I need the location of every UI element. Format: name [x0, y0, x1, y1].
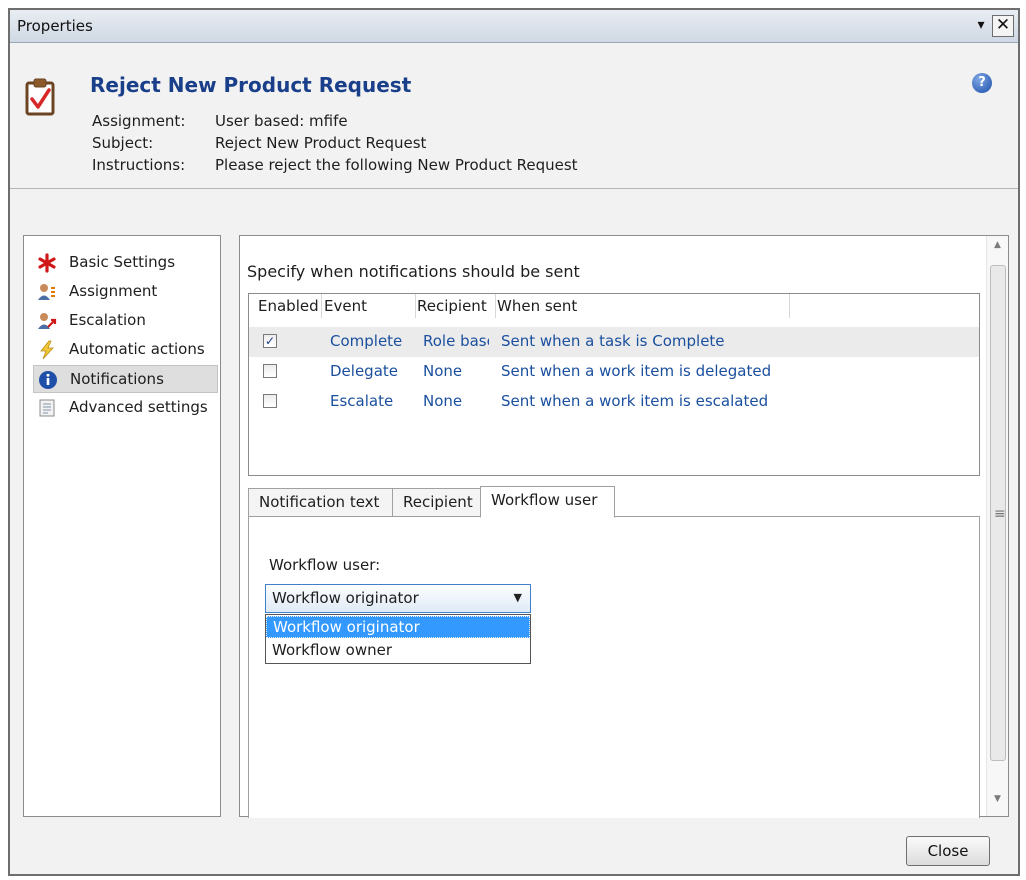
help-icon[interactable]: ?: [972, 73, 992, 93]
scroll-up-icon[interactable]: ▲: [987, 240, 1008, 258]
nav-item-label: Escalation: [69, 311, 146, 329]
nav-item-assignment[interactable]: Assignment: [33, 278, 218, 306]
info-icon: [39, 371, 57, 389]
table-row[interactable]: Escalate None Sent when a work item is e…: [249, 387, 979, 417]
task-clipboard-icon: [25, 78, 55, 116]
title-bar: Properties ▾ ✕: [10, 10, 1018, 43]
nav-item-label: Advanced settings: [69, 398, 208, 416]
column-separator[interactable]: [495, 294, 496, 318]
subject-row: Subject: Reject New Product Request: [92, 134, 426, 152]
window-close-button[interactable]: ✕: [992, 15, 1014, 37]
tab-notification-text[interactable]: Notification text: [248, 488, 393, 517]
option-workflow-originator[interactable]: Workflow originator: [266, 616, 530, 638]
table-row[interactable]: ✓ Complete Role based Sent when a task i…: [249, 327, 979, 357]
option-workflow-owner[interactable]: Workflow owner: [266, 640, 530, 662]
assignment-value: User based: mfife: [215, 112, 348, 130]
workflow-user-label: Workflow user:: [269, 556, 381, 574]
enabled-checkbox[interactable]: [263, 364, 277, 378]
nav-item-automatic-actions[interactable]: Automatic actions: [33, 336, 218, 364]
event-cell[interactable]: Complete: [330, 332, 412, 350]
tab-workflow-user[interactable]: Workflow user: [480, 486, 615, 518]
nav-item-label: Notifications: [70, 370, 164, 388]
when-sent-cell[interactable]: Sent when a work item is delegated: [501, 362, 831, 380]
column-when-sent[interactable]: When sent: [497, 297, 577, 315]
assignment-row: Assignment: User based: mfife: [92, 112, 348, 130]
column-enabled[interactable]: Enabled: [258, 297, 319, 315]
when-sent-cell[interactable]: Sent when a task is Complete: [501, 332, 831, 350]
window-menu-button[interactable]: ▾: [970, 15, 992, 37]
grid-header: Enabled Event Recipient When sent: [249, 294, 979, 318]
escalation-icon: [38, 313, 57, 329]
nav-item-escalation[interactable]: Escalation: [33, 307, 218, 335]
enabled-checkbox[interactable]: ✓: [263, 334, 277, 348]
subject-value: Reject New Product Request: [215, 134, 427, 152]
nav-item-label: Assignment: [69, 282, 158, 300]
recipient-cell[interactable]: Role based: [423, 332, 489, 350]
scroll-down-icon[interactable]: ▼: [987, 794, 1008, 812]
assignment-label: Assignment:: [92, 112, 186, 130]
settings-nav: Basic Settings Assignment Escalation Aut…: [23, 235, 221, 817]
chevron-down-icon[interactable]: ▼: [514, 591, 522, 604]
workflow-user-select[interactable]: Workflow originator ▼: [265, 584, 531, 613]
column-recipient[interactable]: Recipient: [417, 297, 487, 315]
nav-item-basic-settings[interactable]: Basic Settings: [33, 249, 218, 277]
subject-label: Subject:: [92, 134, 154, 152]
window-title: Properties: [17, 17, 93, 35]
workflow-user-dropdown: Workflow originator Workflow owner: [265, 614, 531, 664]
asterisk-icon: [38, 253, 56, 273]
scroll-thumb[interactable]: ≡: [990, 265, 1006, 761]
header-divider: [10, 188, 1018, 189]
instructions-row: Instructions: Please reject the following…: [92, 156, 578, 174]
column-separator[interactable]: [321, 294, 322, 318]
when-sent-cell[interactable]: Sent when a work item is escalated: [501, 392, 831, 410]
event-cell[interactable]: Delegate: [330, 362, 412, 380]
notifications-grid: Enabled Event Recipient When sent ✓ Comp…: [248, 293, 980, 476]
notifications-panel: Specify when notifications should be sen…: [239, 235, 1009, 818]
settings-document-icon: [39, 399, 55, 417]
close-button[interactable]: Close: [906, 836, 990, 866]
scroll-grip-icon: ≡: [994, 506, 1006, 522]
instructions-value: Please reject the following New Product …: [215, 156, 578, 174]
section-label: Specify when notifications should be sen…: [247, 262, 580, 281]
table-row[interactable]: Delegate None Sent when a work item is d…: [249, 357, 979, 387]
instructions-label: Instructions:: [92, 156, 186, 174]
enabled-checkbox[interactable]: [263, 394, 277, 408]
vertical-scrollbar[interactable]: ▲ ≡ ▼: [986, 236, 1008, 816]
lightning-icon: [40, 340, 54, 360]
nav-item-advanced-settings[interactable]: Advanced settings: [33, 394, 218, 422]
recipient-cell[interactable]: None: [423, 392, 489, 410]
column-separator[interactable]: [415, 294, 416, 318]
event-cell[interactable]: Escalate: [330, 392, 412, 410]
properties-window: Properties ▾ ✕ Reject New Product Reques…: [8, 8, 1020, 876]
nav-item-label: Automatic actions: [69, 340, 205, 358]
column-separator[interactable]: [789, 294, 790, 318]
tab-recipient[interactable]: Recipient: [392, 488, 481, 517]
workflow-user-select-value: Workflow originator: [272, 589, 419, 607]
nav-item-label: Basic Settings: [69, 253, 176, 271]
nav-item-notifications[interactable]: Notifications: [33, 365, 218, 393]
column-event[interactable]: Event: [324, 297, 367, 315]
task-title: Reject New Product Request: [90, 73, 412, 97]
users-icon: [38, 284, 55, 300]
recipient-cell[interactable]: None: [423, 362, 489, 380]
